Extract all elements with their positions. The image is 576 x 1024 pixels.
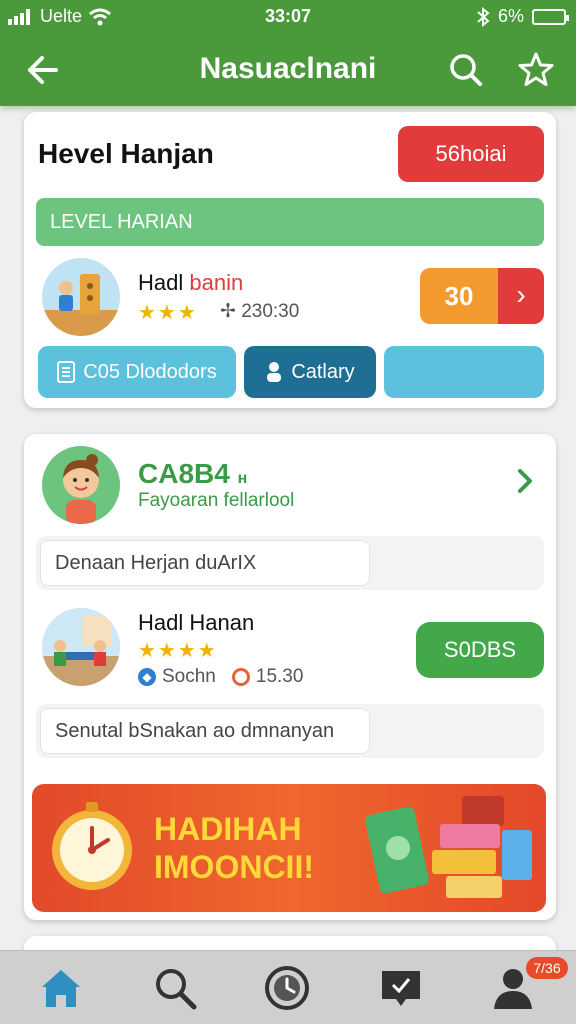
user-icon [267,362,282,382]
level-banner: LEVEL HARIAN [36,198,544,246]
star-icon[interactable] [514,48,558,92]
profile-name: CA8B4 н [138,458,248,489]
notification-badge: 7/36 [526,957,568,979]
card-title: Hevel Hanjan [38,138,214,169]
status-bar: Uelte 33:07 6% [0,0,576,34]
info-icon: ◆ [138,668,156,686]
rating-stars: ★★★★ [138,640,218,662]
bottom-navigation: 7/36 [0,950,576,1024]
category-label: Catlary [291,360,355,383]
message-icon[interactable] [376,963,426,1013]
documents-label: C05 Dlododors [83,360,217,383]
chevron-right-icon: › [498,268,544,324]
rating-stars: ★★★ [138,302,198,324]
stopwatch-icon [52,802,132,890]
reward-promo-banner[interactable]: HADIHAH IMOONCII! [32,784,546,912]
avatar [42,258,120,336]
time-badge[interactable]: 56hoiai [398,126,544,182]
gift-tickets-icon [365,796,532,898]
girl-avatar-icon [63,454,99,524]
text-field[interactable]: Denaan Herjan duArIX [36,536,544,590]
profile-card: CA8B4 н Fayoaran fellarlool Denaan Herja… [24,434,556,920]
home-icon[interactable] [36,963,86,1013]
text-field-value: Senutal bSnakan ao dmnanyan [40,708,370,754]
page-title: Nasuaclnani [199,52,377,85]
status-right: 6% [476,6,569,27]
chevron-right-icon[interactable] [508,464,542,498]
profile-subtitle: Fayoaran fellarlool [138,490,295,511]
document-icon [57,361,76,383]
daily-level-card: Hevel Hanjan 56hoiai LEVEL HARIAN Hadl b… [24,112,556,408]
text-field[interactable]: Senutal bSnakan ao dmnanyan [36,704,544,758]
player-illustration-icon [42,274,120,336]
promo-text: HADIHAH IMOONCII! [154,811,314,885]
text-field-value: Denaan Herjan duArIX [40,540,370,586]
search-icon[interactable] [150,963,200,1013]
kids-playing-illustration-icon [42,608,120,686]
battery-percent: 6% [497,6,524,26]
battery-icon [532,8,569,25]
player-name: Hadl Hanan [138,610,255,635]
avatar [42,608,120,686]
player-meta: ✢ 230:30 [220,301,300,322]
bluetooth-icon [477,6,490,27]
score-button[interactable]: 30 › [420,268,544,324]
documents-button[interactable]: C05 Dlododors [38,346,236,398]
search-icon[interactable] [444,48,488,92]
score-button[interactable]: S0DBS [416,622,544,678]
profile-avatar [42,446,120,524]
ring-icon [231,668,250,686]
app-bar: Nasuaclnani [0,34,576,106]
player-name: Hadl banin [138,270,244,295]
clock-icon[interactable] [262,963,312,1013]
player-meta: ◆ Sochn 15.30 [138,666,303,688]
score-value: 30 [420,268,498,324]
category-button[interactable]: Catlary [244,346,376,398]
extra-button[interactable] [384,346,544,398]
